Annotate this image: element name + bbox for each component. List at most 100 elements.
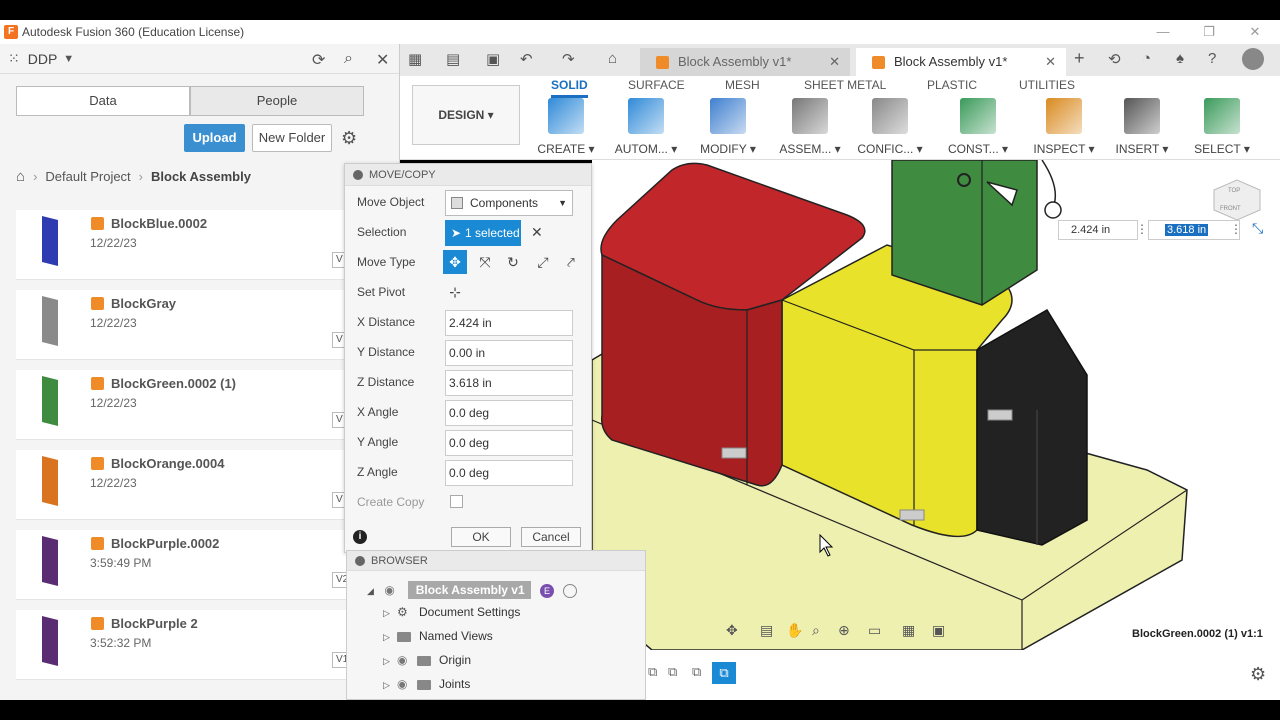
joint-marker-icon[interactable] (721, 447, 747, 459)
chevron-down-icon[interactable]: ▼ (63, 53, 74, 65)
zoom-window-icon[interactable]: ⊕ (838, 622, 850, 639)
field-input[interactable]: 0.0 deg (445, 400, 573, 426)
ribbon-group[interactable]: INSERT ▾ (1100, 98, 1184, 156)
root-component-name[interactable]: Block Assembly v1 (407, 581, 531, 599)
viewcube-front-label[interactable]: FRONT (1220, 206, 1241, 212)
tab-people[interactable]: People (190, 86, 364, 116)
rotate-icon[interactable]: ↻ (501, 250, 525, 274)
ribbon-group-label[interactable]: SELECT ▾ (1180, 142, 1264, 156)
ribbon-group-icon[interactable] (792, 98, 828, 134)
restore-button[interactable]: ❐ (1186, 20, 1232, 44)
home-icon[interactable]: ⌂ (608, 50, 617, 67)
activate-radio-icon[interactable] (563, 583, 578, 598)
workspace-switcher[interactable]: DESIGN ▾ (412, 85, 520, 145)
ribbon-group-icon[interactable] (628, 98, 664, 134)
collapse-arrow-icon[interactable]: ◢ (367, 580, 381, 602)
set-pivot-icon[interactable]: ⊹ (443, 280, 467, 304)
extensions-icon[interactable]: ⟲ (1108, 50, 1121, 68)
browser-item-label[interactable]: Document Settings (419, 605, 520, 619)
timeline-feature-icon[interactable]: ⧉ (668, 664, 677, 680)
ribbon-group-label[interactable]: INSPECT ▾ (1022, 142, 1106, 156)
display-settings-icon[interactable]: ▭ (868, 622, 881, 639)
timeline-feature-icon[interactable]: ⧉ (648, 664, 657, 680)
selection-button[interactable]: ➤ 1 selected (445, 220, 521, 246)
viewports-icon[interactable]: ▣ (932, 622, 945, 639)
file-name[interactable]: BlockGreen.0002 (1) (111, 376, 236, 391)
upload-button[interactable]: Upload (184, 124, 245, 152)
look-at-icon[interactable]: ▤ (760, 622, 773, 639)
timeline-feature-icon[interactable]: ⧉ (692, 664, 701, 680)
ribbon-group-icon[interactable] (1046, 98, 1082, 134)
document-tab[interactable]: Block Assembly v1* ✕ (640, 48, 850, 76)
close-tab-icon[interactable]: ✕ (1045, 48, 1056, 76)
home-icon[interactable]: ⌂ (16, 168, 25, 185)
expand-arrow-icon[interactable]: ▷ (383, 650, 397, 672)
file-name[interactable]: BlockGray (111, 296, 176, 311)
minimize-button[interactable]: — (1140, 20, 1186, 44)
clear-selection-icon[interactable]: ✕ (531, 224, 543, 241)
visibility-eye-icon[interactable]: ◉ (397, 673, 417, 695)
ribbon-group[interactable]: SELECT ▾ (1180, 98, 1264, 156)
save-icon[interactable]: ▣ (486, 50, 500, 68)
search-icon[interactable]: ⌕ (344, 50, 353, 68)
grid-settings-icon[interactable]: ▦ (902, 622, 915, 639)
tab-sheet-metal[interactable]: SHEET METAL (804, 78, 886, 92)
project-name[interactable]: DDP (28, 51, 58, 67)
tab-plastic[interactable]: PLASTIC (927, 78, 977, 92)
timeline-active-feature-icon[interactable]: ⧉ (712, 662, 736, 684)
browser-item[interactable]: ▷ Named Views (383, 625, 493, 647)
file-list-item[interactable]: BlockGray 12/22/23 V (16, 290, 346, 360)
ribbon-group-label[interactable]: CONFIC... ▾ (848, 142, 932, 156)
dialog-header[interactable]: MOVE/COPY (345, 164, 591, 186)
breadcrumb-project[interactable]: Default Project (45, 169, 130, 184)
field-input[interactable]: 0.00 in (445, 340, 573, 366)
visibility-eye-icon[interactable]: ◉ (384, 579, 404, 601)
browser-item[interactable]: ▷ ◉ Joints (383, 673, 470, 695)
point-to-point-icon[interactable]: ⤢ (531, 250, 555, 274)
job-status-icon[interactable]: ◔ (1142, 50, 1151, 67)
joint-marker-icon[interactable] (987, 409, 1013, 421)
ribbon-group-icon[interactable] (960, 98, 996, 134)
field-input[interactable]: 0.0 deg (445, 460, 573, 486)
close-icon[interactable]: ✕ (376, 50, 389, 70)
file-list-item[interactable]: BlockPurple 2 3:52:32 PM V1 (16, 610, 346, 680)
file-name[interactable]: BlockBlue.0002 (111, 216, 207, 231)
browser-header[interactable]: BROWSER (347, 551, 645, 571)
expand-arrow-icon[interactable]: ▷ (383, 626, 397, 648)
file-name[interactable]: BlockPurple.0002 (111, 536, 219, 551)
tab-surface[interactable]: SURFACE (628, 78, 685, 92)
pivot-icon[interactable]: ⤡ (1252, 220, 1263, 237)
ribbon-group[interactable]: CONFIC... ▾ (848, 98, 932, 156)
expand-arrow-icon[interactable]: ▷ (383, 674, 397, 696)
tab-mesh[interactable]: MESH (725, 78, 760, 92)
help-icon[interactable]: ? (1208, 50, 1216, 67)
ribbon-group-label[interactable]: CONST... ▾ (936, 142, 1020, 156)
new-folder-button[interactable]: New Folder (252, 124, 332, 152)
orbit-icon[interactable]: ✥ (726, 622, 738, 639)
file-list-item[interactable]: BlockOrange.0004 12/22/23 V (16, 450, 346, 520)
timeline[interactable]: ⧉ ⧉ ⧉ ⧉ (648, 662, 738, 686)
ribbon-group-icon[interactable] (1124, 98, 1160, 134)
expand-arrow-icon[interactable]: ▷ (383, 602, 397, 624)
gear-icon[interactable]: ⚙ (341, 128, 357, 149)
z-distance-manipulator-input[interactable]: 3.618 in (1148, 220, 1240, 240)
close-tab-icon[interactable]: ✕ (829, 48, 840, 76)
close-button[interactable]: ✕ (1232, 20, 1278, 44)
ribbon-group-icon[interactable] (1204, 98, 1240, 134)
file-list-item[interactable]: BlockGreen.0002 (1) 12/22/23 V (16, 370, 346, 440)
z-distance-value[interactable]: 3.618 in (1165, 224, 1209, 236)
viewcube-top-label[interactable]: TOP (1228, 188, 1240, 194)
browser-item[interactable]: ▷ ◉ Origin (383, 649, 471, 671)
browser-item-label[interactable]: Origin (439, 653, 471, 667)
apps-grid-icon[interactable]: ⁙ (8, 50, 20, 67)
ribbon-group[interactable]: CONST... ▾ (936, 98, 1020, 156)
ribbon-group[interactable]: AUTOM... ▾ (604, 98, 688, 156)
collapse-icon[interactable] (353, 170, 363, 181)
browser-item-label[interactable]: Joints (439, 677, 470, 691)
edit-badge-icon[interactable]: E (539, 584, 554, 598)
redo-icon[interactable]: ↷ (562, 50, 575, 68)
ribbon-group-icon[interactable] (548, 98, 584, 134)
free-move-icon[interactable]: ✥ (443, 250, 467, 274)
tab-utilities[interactable]: UTILITIES (1019, 78, 1075, 92)
notifications-icon[interactable]: ♠ (1176, 50, 1184, 67)
